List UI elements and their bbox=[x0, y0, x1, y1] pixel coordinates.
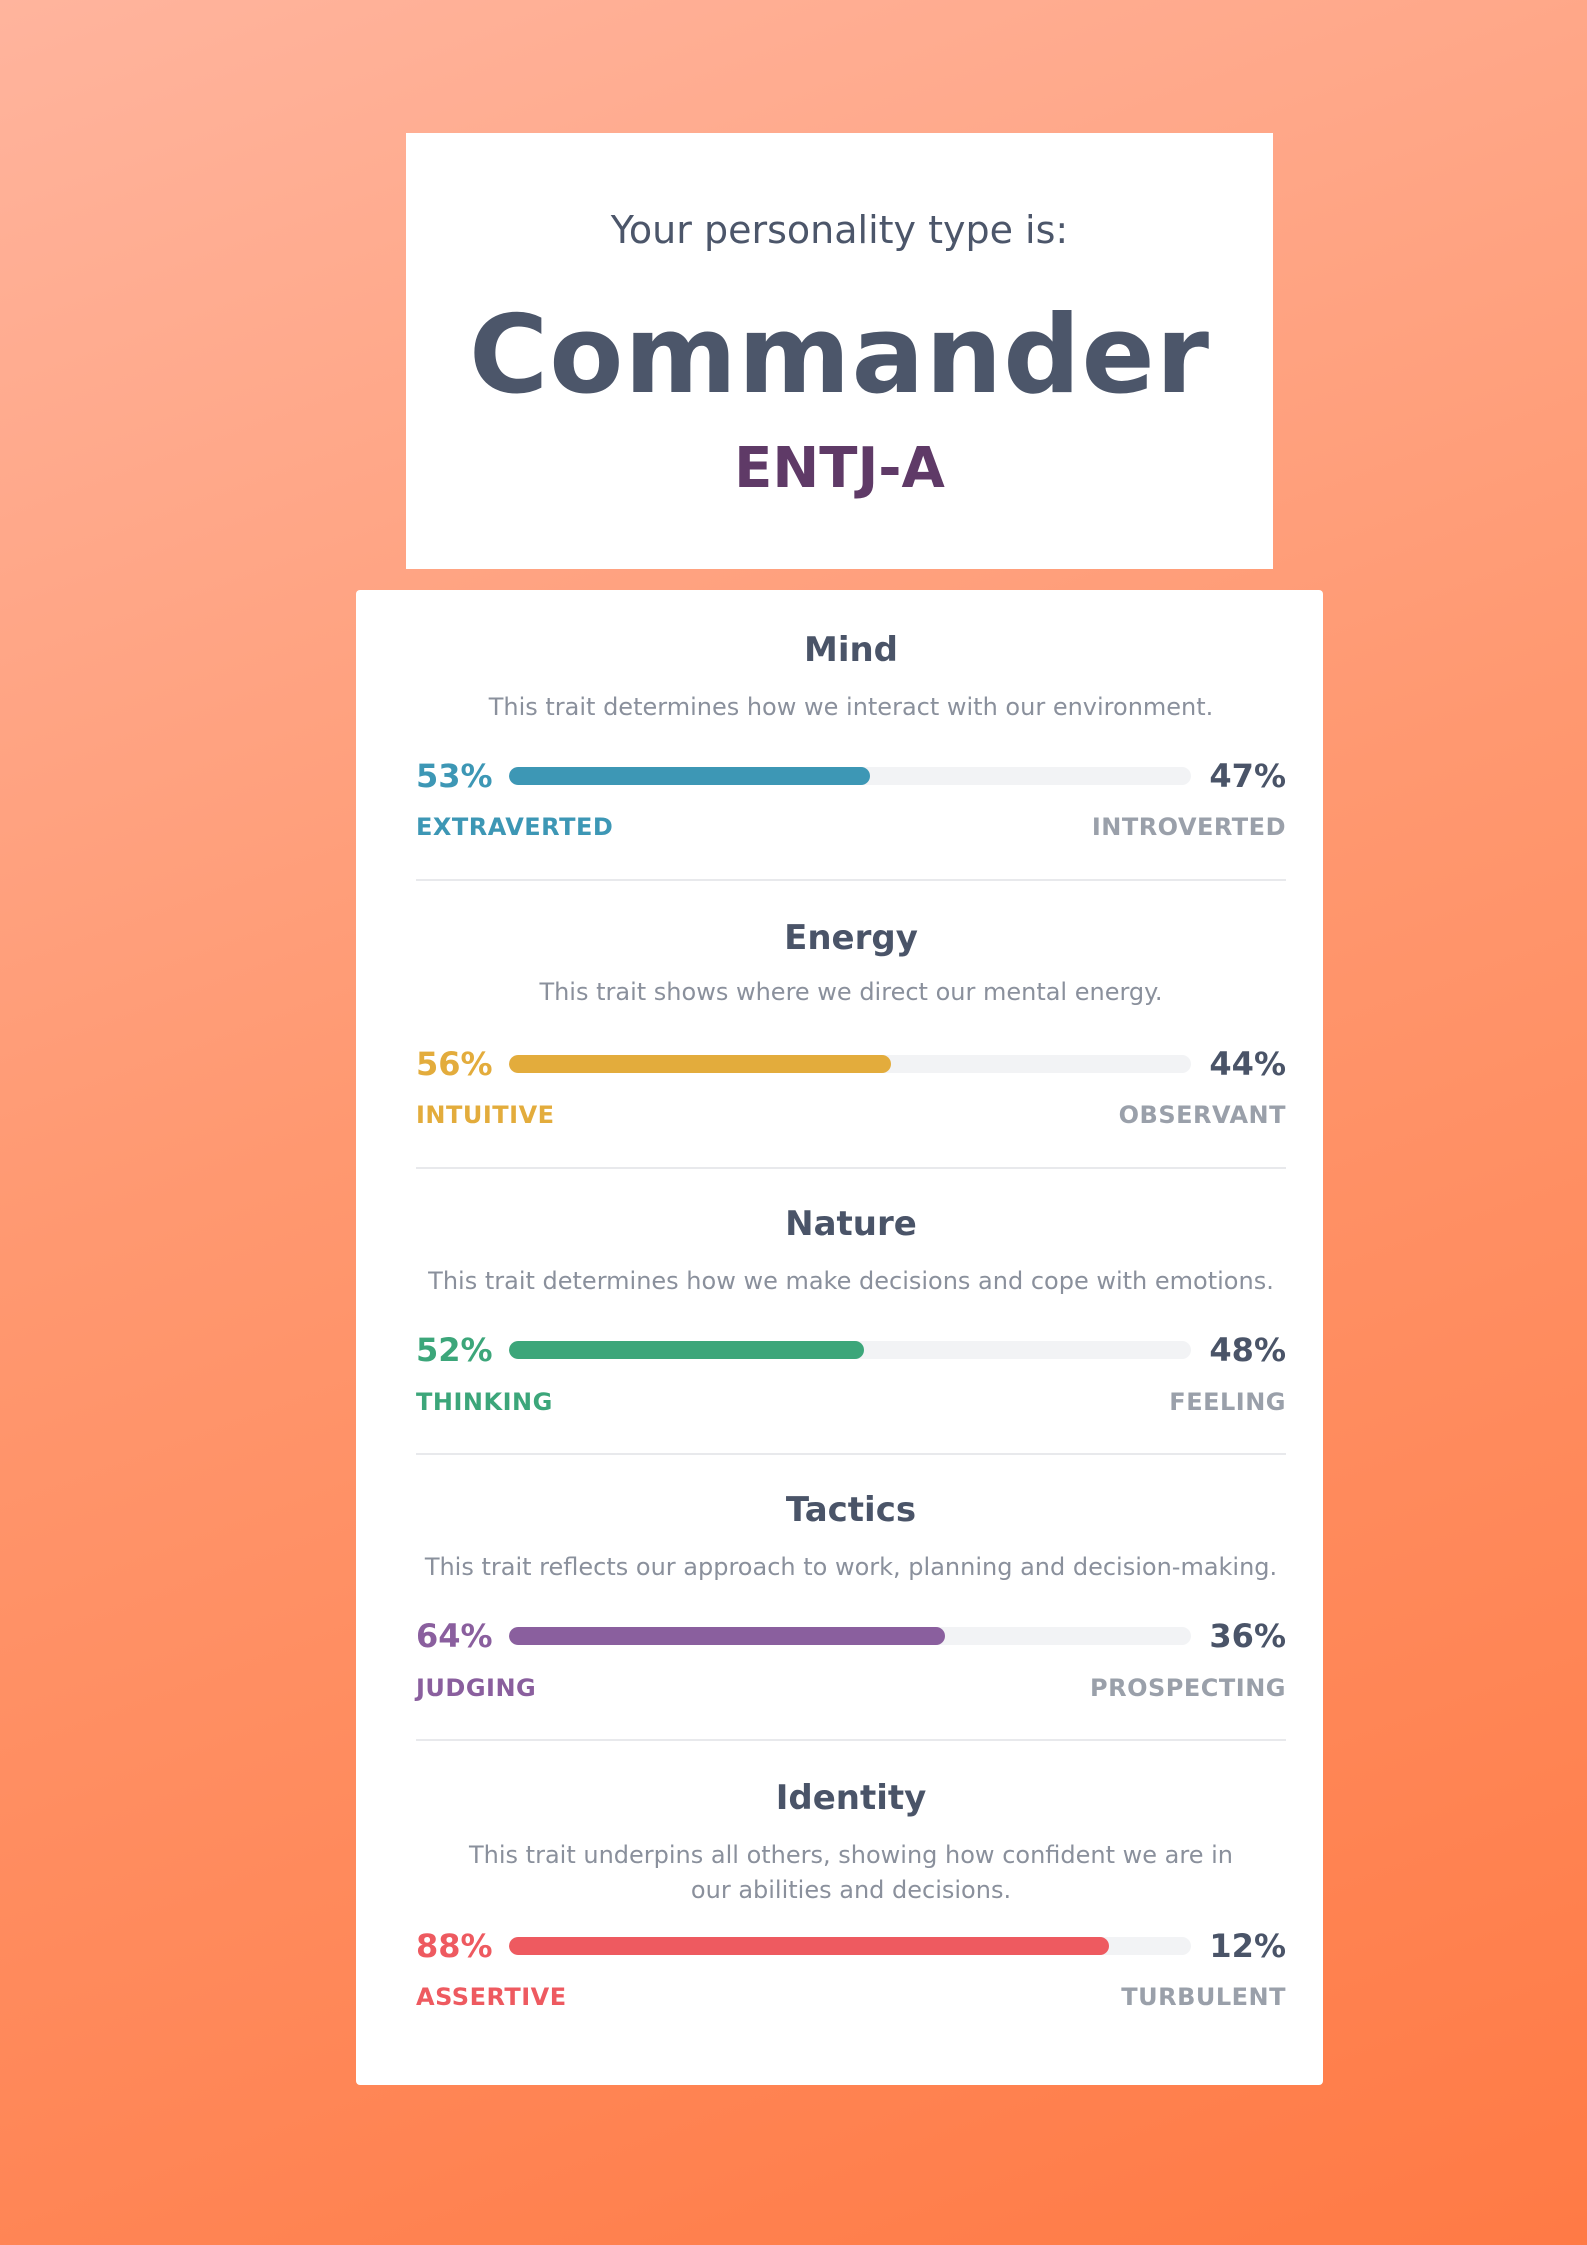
trait-bar-track bbox=[509, 767, 1191, 785]
trait-bar-row: 53% 47% bbox=[416, 757, 1286, 797]
trait-bar-fill bbox=[509, 1055, 891, 1073]
trait-bar-fill bbox=[509, 1341, 864, 1359]
header-subtitle: Your personality type is: bbox=[610, 208, 1069, 252]
right-percentage: 12% bbox=[1209, 1927, 1286, 1965]
trait-divider bbox=[416, 1739, 1286, 1741]
trait-bar-fill bbox=[509, 1627, 946, 1645]
trait-identity: Identity This trait underpins all others… bbox=[416, 1778, 1286, 2058]
right-trait-label: PROSPECTING bbox=[1090, 1674, 1286, 1702]
left-percentage: 64% bbox=[416, 1617, 493, 1655]
trait-divider bbox=[416, 879, 1286, 881]
left-trait-label: THINKING bbox=[416, 1388, 553, 1416]
trait-title: Energy bbox=[784, 918, 918, 958]
trait-divider bbox=[416, 1453, 1286, 1455]
left-trait-label: INTUITIVE bbox=[416, 1101, 555, 1129]
trait-bar-row: 88% 12% bbox=[416, 1927, 1286, 1967]
right-percentage: 36% bbox=[1209, 1617, 1286, 1655]
trait-bar-row: 64% 36% bbox=[416, 1617, 1286, 1657]
right-percentage: 48% bbox=[1209, 1331, 1286, 1369]
trait-nature: Nature This trait determines how we make… bbox=[416, 1204, 1286, 1444]
trait-bar-track bbox=[509, 1937, 1191, 1955]
trait-description: This trait reflects our approach to work… bbox=[424, 1553, 1278, 1581]
left-percentage: 56% bbox=[416, 1045, 493, 1083]
trait-energy: Energy This trait shows where we direct … bbox=[416, 918, 1286, 1158]
traits-card: Mind This trait determines how we intera… bbox=[356, 590, 1323, 2085]
trait-description: This trait determines how we make decisi… bbox=[428, 1267, 1274, 1295]
trait-bar-row: 52% 48% bbox=[416, 1331, 1286, 1371]
trait-description: This trait shows where we direct our men… bbox=[539, 978, 1163, 1006]
trait-bar-track bbox=[509, 1627, 1191, 1645]
trait-title: Mind bbox=[803, 630, 899, 670]
trait-divider bbox=[416, 1167, 1286, 1169]
right-trait-label: FEELING bbox=[1169, 1388, 1286, 1416]
trait-title: Tactics bbox=[785, 1490, 917, 1530]
right-trait-label: OBSERVANT bbox=[1118, 1101, 1286, 1129]
trait-bar-fill bbox=[509, 1937, 1110, 1955]
trait-bar-track bbox=[509, 1341, 1191, 1359]
left-percentage: 53% bbox=[416, 757, 493, 795]
left-trait-label: ASSERTIVE bbox=[416, 1983, 567, 2011]
trait-mind: Mind This trait determines how we intera… bbox=[416, 630, 1286, 870]
trait-bar-fill bbox=[509, 767, 871, 785]
trait-title: Nature bbox=[785, 1204, 917, 1244]
personality-type-title: Commander bbox=[468, 293, 1211, 418]
left-percentage: 52% bbox=[416, 1331, 493, 1369]
trait-tactics: Tactics This trait reflects our approach… bbox=[416, 1490, 1286, 1730]
trait-description: This trait determines how we interact wi… bbox=[488, 693, 1214, 721]
right-trait-label: INTROVERTED bbox=[1091, 813, 1286, 841]
trait-title: Identity bbox=[775, 1778, 927, 1818]
right-percentage: 44% bbox=[1209, 1045, 1286, 1083]
personality-header-card: Your personality type is: Commander ENTJ… bbox=[406, 133, 1273, 569]
personality-type-code: ENTJ-A bbox=[734, 436, 945, 501]
left-percentage: 88% bbox=[416, 1927, 493, 1965]
trait-bar-track bbox=[509, 1055, 1191, 1073]
left-trait-label: JUDGING bbox=[416, 1674, 537, 1702]
right-percentage: 47% bbox=[1209, 757, 1286, 795]
trait-description: This trait underpins all others, showing… bbox=[469, 1841, 1233, 1904]
trait-bar-row: 56% 44% bbox=[416, 1045, 1286, 1085]
left-trait-label: EXTRAVERTED bbox=[416, 813, 614, 841]
right-trait-label: TURBULENT bbox=[1121, 1983, 1286, 2011]
